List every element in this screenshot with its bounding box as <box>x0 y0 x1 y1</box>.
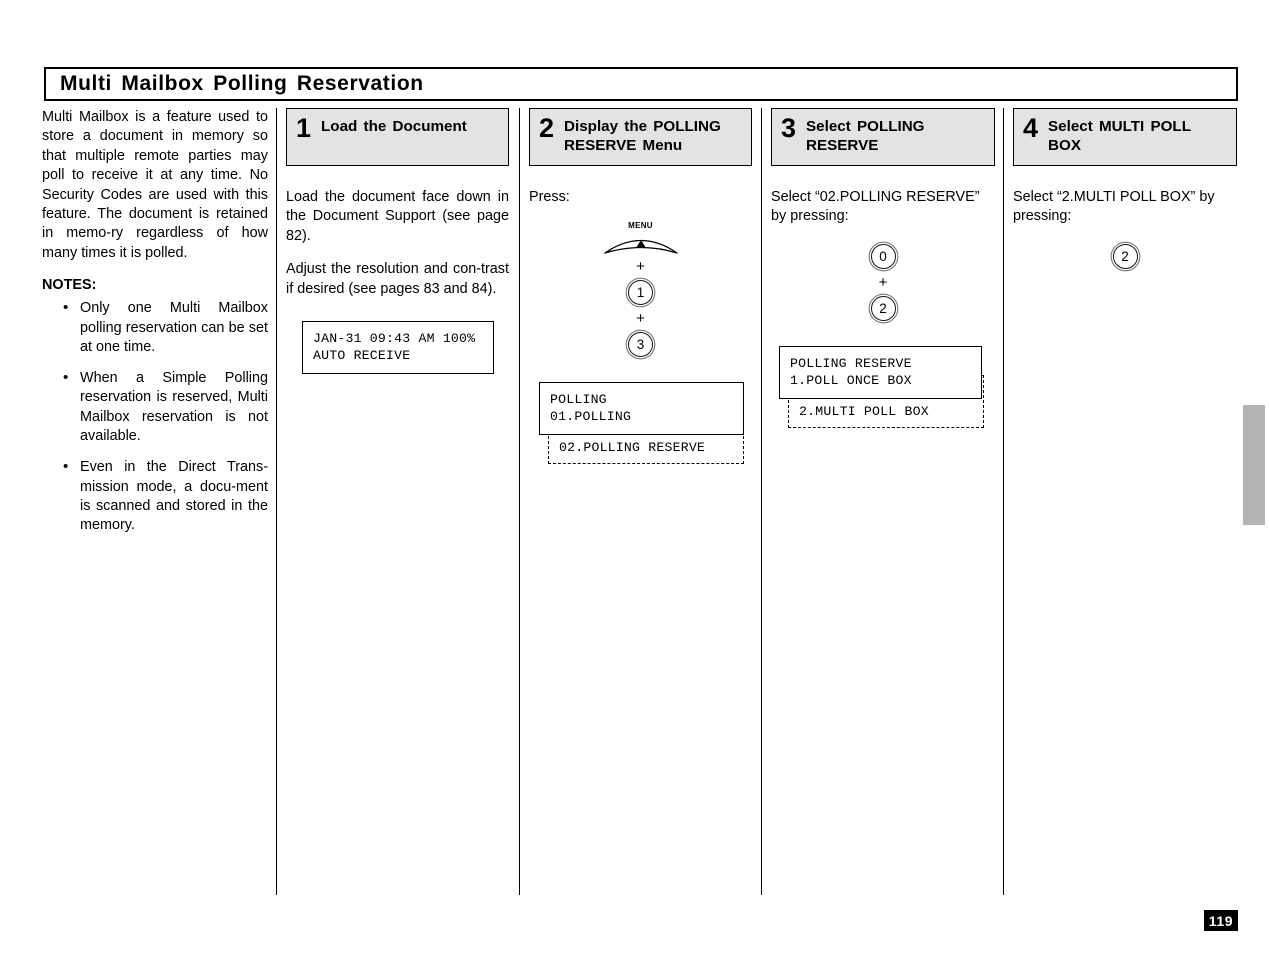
step-column-1: 1 Load the Document Load the document fa… <box>286 108 509 375</box>
step-header-3: 3 Select POLLING RESERVE <box>771 108 995 166</box>
lcd-ghost-line: 02.POLLING RESERVE <box>559 440 706 456</box>
column-divider-1 <box>276 108 277 895</box>
step-paragraph: Adjust the resolution and con-trast if d… <box>286 261 509 297</box>
step-header-1: 1 Load the Document <box>286 108 509 166</box>
numeric-key-2[interactable]: 2 <box>870 295 896 321</box>
lcd-line-1: POLLING RESERVE <box>790 355 912 371</box>
lcd-display-1: JAN-31 09:43 AM 100% AUTO RECEIVE <box>302 321 494 375</box>
menu-key-label: MENU <box>628 221 653 231</box>
step-body-1: Load the document face down in the Docum… <box>286 188 509 375</box>
note-text: Even in the Direct Trans-mission mode, a… <box>80 459 268 534</box>
list-item: • Even in the Direct Trans-mission mode,… <box>42 458 268 535</box>
step-column-4: 4 Select MULTI POLL BOX Select “2.MULTI … <box>1013 108 1237 272</box>
step-number: 4 <box>1023 113 1039 143</box>
menu-arc-icon <box>603 240 678 255</box>
notes-list: • Only one Multi Mailbox polling reserva… <box>42 299 268 535</box>
key-sequence-2: MENU + 1 + 3 <box>529 221 752 360</box>
lcd-display-2: POLLING 01.POLLING 02.POLLING RESERVE <box>539 382 744 465</box>
step-title: Select POLLING RESERVE <box>806 118 925 154</box>
lcd-line-2: AUTO RECEIVE <box>313 348 411 364</box>
step-body-3: Select “02.POLLING RESERVE” by pressing:… <box>771 188 995 428</box>
key-sequence-4: 2 <box>1013 241 1237 272</box>
numeric-key-2[interactable]: 2 <box>1112 243 1138 269</box>
lcd-line-2: 1.POLL ONCE BOX <box>790 372 912 388</box>
step-body-4: Select “2.MULTI POLL BOX” by pressing: 2 <box>1013 188 1237 272</box>
lcd-ghost-line: 2.MULTI POLL BOX <box>799 403 929 419</box>
numeric-key-3[interactable]: 3 <box>628 332 653 358</box>
numeric-key-1[interactable]: 1 <box>628 280 653 306</box>
step-title: Select MULTI POLL BOX <box>1048 118 1191 154</box>
step-body-2: Press: MENU + 1 + 3 POLLING 01.POLLING 0… <box>529 188 752 465</box>
step-paragraph: Select “2.MULTI POLL BOX” by pressing: <box>1013 189 1215 225</box>
lcd-screen: JAN-31 09:43 AM 100% AUTO RECEIVE <box>302 321 494 375</box>
step-number: 1 <box>296 113 312 143</box>
lcd-screen: POLLING 01.POLLING <box>539 382 744 436</box>
step-paragraph: Load the document face down in the Docum… <box>286 189 509 244</box>
step-header-4: 4 Select MULTI POLL BOX <box>1013 108 1237 166</box>
lcd-line-1: JAN-31 09:43 AM 100% <box>313 331 476 347</box>
intro-column: Multi Mailbox is a feature used to store… <box>42 108 268 548</box>
page-number-badge: 119 <box>1204 910 1238 931</box>
lcd-line-2: 01.POLLING <box>550 409 632 425</box>
step-column-3: 3 Select POLLING RESERVE Select “02.POLL… <box>771 108 995 428</box>
plus-symbol: + <box>636 258 645 276</box>
numeric-key-0[interactable]: 0 <box>870 243 896 269</box>
lcd-line-1: POLLING <box>550 392 607 408</box>
intro-paragraph: Multi Mailbox is a feature used to store… <box>42 109 268 261</box>
step-paragraph: Select “02.POLLING RESERVE” by pressing: <box>771 189 980 225</box>
note-text: When a Simple Polling reservation is res… <box>80 370 268 445</box>
plus-symbol: + <box>878 273 888 291</box>
step-number: 3 <box>781 113 797 143</box>
step-title: Display the POLLING RESERVE Menu <box>564 118 721 154</box>
step-column-2: 2 Display the POLLING RESERVE Menu Press… <box>529 108 752 465</box>
bullet-icon: • <box>63 458 69 476</box>
step-header-2: 2 Display the POLLING RESERVE Menu <box>529 108 752 166</box>
lcd-screen: POLLING RESERVE 1.POLL ONCE BOX <box>779 345 982 399</box>
column-divider-4 <box>1003 108 1004 895</box>
key-sequence-3: 0 + 2 <box>771 241 995 324</box>
lcd-display-3: POLLING RESERVE 1.POLL ONCE BOX 2.MULTI … <box>779 345 984 428</box>
menu-key-button[interactable]: MENU <box>603 221 679 255</box>
column-divider-3 <box>761 108 762 895</box>
list-item: • When a Simple Polling reservation is r… <box>42 369 268 446</box>
page-title-bar: Multi Mailbox Polling Reservation <box>44 67 1238 101</box>
column-divider-2 <box>519 108 520 895</box>
step-paragraph: Press: <box>529 189 570 205</box>
notes-heading: NOTES: <box>42 277 97 294</box>
chapter-edge-tab <box>1243 405 1265 525</box>
step-title: Load the Document <box>321 118 467 135</box>
page-title: Multi Mailbox Polling Reservation <box>60 72 424 95</box>
bullet-icon: • <box>63 369 69 387</box>
step-number: 2 <box>539 113 555 143</box>
list-item: • Only one Multi Mailbox polling reserva… <box>42 299 268 357</box>
note-text: Only one Multi Mailbox polling reservati… <box>80 300 268 355</box>
bullet-icon: • <box>63 299 69 317</box>
plus-symbol: + <box>636 310 645 328</box>
